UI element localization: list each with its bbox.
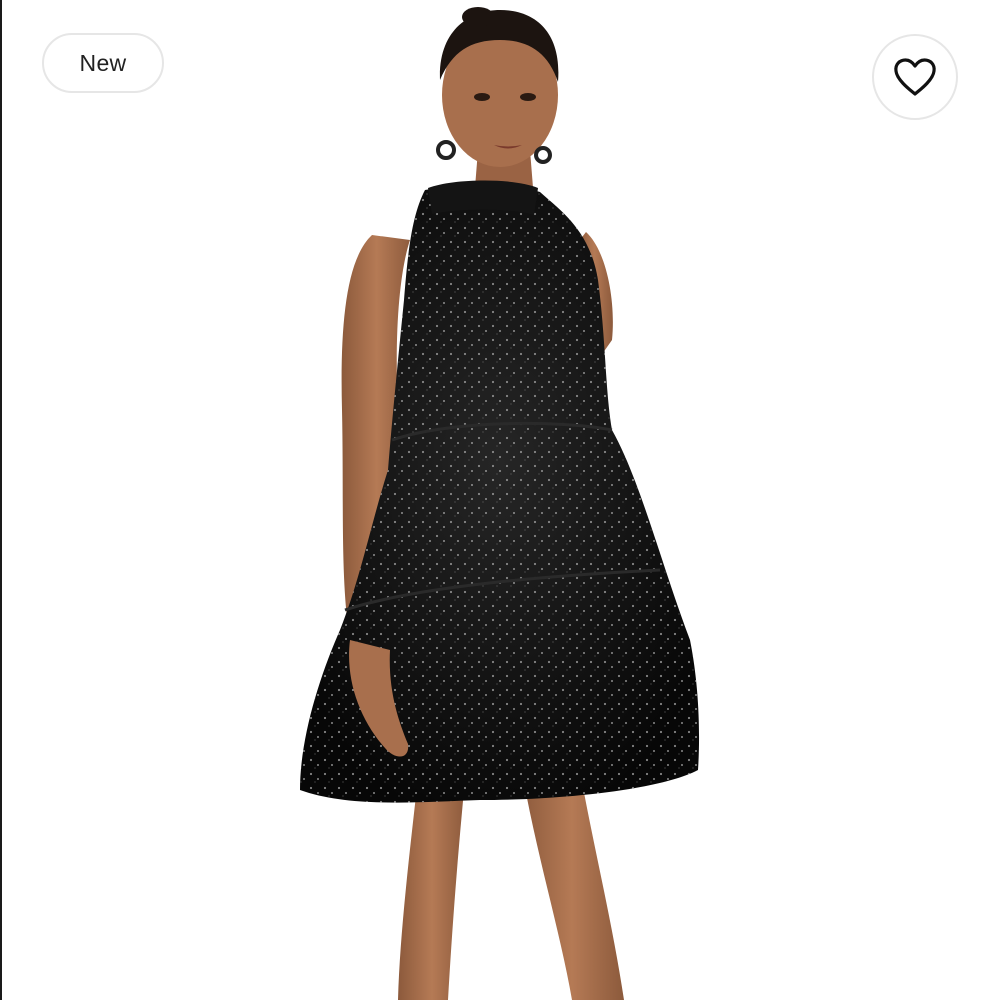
new-badge: New (42, 33, 164, 93)
product-photo[interactable] (0, 0, 1000, 1000)
left-border (0, 0, 2, 1000)
listing-card: New (0, 0, 1000, 1000)
like-button[interactable] (872, 34, 958, 120)
heart-outline-icon (894, 58, 936, 96)
